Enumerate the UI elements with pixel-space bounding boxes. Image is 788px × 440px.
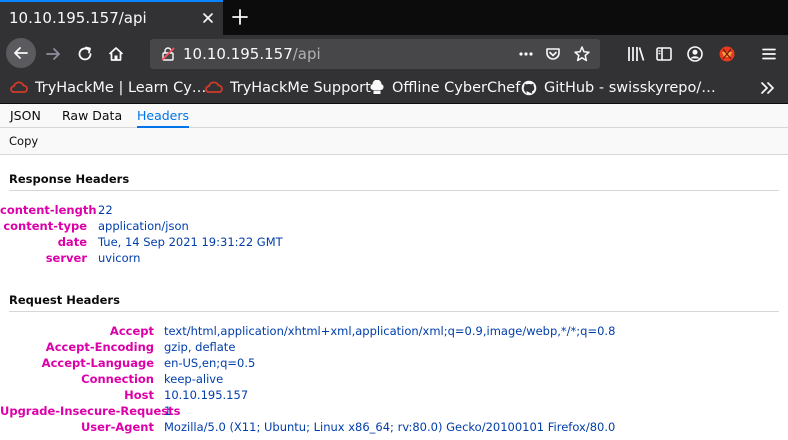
url-host: 10.10.195.157 [183, 45, 293, 63]
library-icon [628, 47, 645, 61]
close-icon[interactable] [200, 10, 216, 26]
url-path: /api [292, 45, 321, 63]
tab-json[interactable]: JSON [10, 104, 41, 128]
sidebar-button[interactable] [649, 39, 679, 69]
header-value: application/json [98, 219, 189, 233]
tryhackme-icon [205, 81, 223, 93]
header-name: Upgrade-Insecure-Requests [0, 404, 181, 418]
tab-raw-data[interactable]: Raw Data [62, 104, 122, 128]
header-name: content-type [3, 219, 87, 233]
bookmark-item[interactable]: GitHub - swisskyrepo/… [521, 78, 716, 98]
header-value: 22 [98, 203, 113, 217]
header-name: Accept-Language [41, 356, 154, 370]
extension-icon [719, 46, 735, 62]
sidebar-icon [656, 47, 672, 61]
header-value: Mozilla/5.0 (X11; Ubuntu; Linux x86_64; … [164, 420, 616, 434]
tab-strip: 10.10.195.157/api [0, 0, 788, 35]
viewer-tab-bar: JSON Raw Data Headers [0, 104, 788, 128]
header-name: date [57, 235, 87, 249]
bookmark-item[interactable]: TryHackMe Support [205, 78, 371, 98]
tab-headers[interactable]: Headers [137, 104, 190, 128]
bookmark-label: TryHackMe Support [230, 80, 371, 96]
header-value: en-US,en;q=0.5 [164, 356, 256, 370]
divider [9, 190, 779, 191]
account-icon [687, 46, 703, 62]
bookmark-star-icon[interactable] [573, 45, 591, 63]
extension-button[interactable] [712, 39, 742, 69]
reload-icon [78, 46, 92, 61]
navigation-toolbar: 10.10.195.157/api [0, 35, 788, 73]
tab-title: 10.10.195.157/api [9, 9, 147, 27]
header-value: keep-alive [164, 372, 224, 386]
bookmarks-toolbar: TryHackMe | Learn Cy… TryHackMe Support … [0, 73, 788, 104]
account-button[interactable] [680, 39, 710, 69]
home-button[interactable] [101, 39, 131, 69]
more-actions-icon[interactable] [517, 45, 535, 63]
browser-tab[interactable]: 10.10.195.157/api [0, 0, 223, 35]
hamburger-menu-icon [762, 48, 776, 60]
arrow-left-icon [14, 47, 28, 59]
library-button[interactable] [621, 39, 651, 69]
bookmark-item[interactable]: TryHackMe | Learn Cy… [10, 78, 206, 98]
header-value: uvicorn [98, 251, 141, 265]
new-tab-icon[interactable] [231, 8, 249, 26]
header-name: Host [124, 388, 154, 402]
tryhackme-icon [10, 81, 28, 93]
header-value: gzip, deflate [164, 340, 236, 354]
viewer-toolbar: Copy [0, 128, 788, 155]
bookmark-label: GitHub - swisskyrepo/… [544, 80, 716, 96]
url-text[interactable]: 10.10.195.157/api [183, 45, 321, 63]
request-headers-title: Request Headers [9, 293, 120, 307]
chef-hat-icon [370, 80, 384, 94]
header-value: text/html,application/xhtml+xml,applicat… [164, 324, 616, 338]
header-value: 10.10.195.157 [164, 388, 249, 402]
back-button[interactable] [6, 38, 36, 68]
header-value: 1 [164, 404, 172, 418]
arrow-right-icon [46, 48, 60, 60]
bookmark-item[interactable]: Offline CyberChef [369, 78, 520, 98]
header-name: server [45, 251, 87, 265]
divider [9, 311, 779, 312]
forward-button[interactable] [38, 39, 68, 69]
menu-button[interactable] [754, 39, 784, 69]
home-icon [108, 47, 124, 61]
copy-button[interactable]: Copy [9, 134, 38, 148]
reload-button[interactable] [70, 39, 100, 69]
header-name: Accept [109, 324, 154, 338]
header-name: User-Agent [80, 420, 154, 434]
insecure-lock-icon[interactable] [160, 46, 176, 62]
url-bar[interactable]: 10.10.195.157/api [150, 39, 600, 69]
pocket-icon[interactable] [544, 45, 562, 63]
response-headers-title: Response Headers [9, 172, 130, 186]
chevron-double-right-icon[interactable] [758, 80, 778, 96]
header-name: Accept-Encoding [45, 340, 154, 354]
github-icon [521, 80, 537, 96]
bookmark-label: Offline CyberChef [392, 80, 521, 96]
bookmark-label: TryHackMe | Learn Cy… [35, 80, 207, 96]
header-name: Connection [81, 372, 154, 386]
header-value: Tue, 14 Sep 2021 19:31:22 GMT [98, 235, 283, 249]
header-name: content-length [0, 203, 97, 217]
